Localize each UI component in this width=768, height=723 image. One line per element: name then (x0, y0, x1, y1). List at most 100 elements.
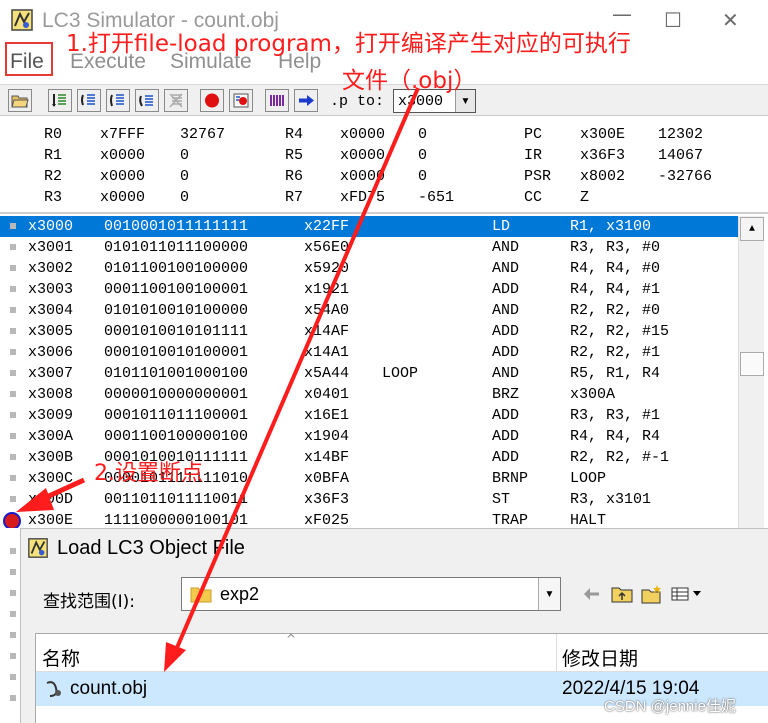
breakpoint-gutter[interactable] (10, 454, 16, 460)
scroll-up-icon[interactable]: ▲ (740, 217, 764, 241)
memory-addr: x3007 (28, 365, 74, 382)
register-name: R3 (44, 189, 63, 206)
memory-bin: 0101011011100000 (104, 239, 249, 256)
step-out-button[interactable] (106, 89, 130, 112)
open-file-button[interactable] (8, 89, 32, 112)
memory-scrollbar[interactable]: ▲ (738, 216, 764, 528)
breakpoint-gutter[interactable] (10, 307, 16, 313)
breakpoint-gutter[interactable] (10, 391, 16, 397)
register-hex: xFD75 (340, 189, 386, 206)
memory-view-button[interactable] (265, 89, 289, 112)
minimize-button[interactable]: — (612, 4, 632, 24)
reset-icon (233, 93, 249, 108)
stop-step-button[interactable] (164, 89, 188, 112)
memory-bin: 0010001011111111 (104, 218, 249, 235)
step-over-button[interactable] (77, 89, 101, 112)
breakpoint-gutter[interactable] (10, 286, 16, 292)
stop-button[interactable] (200, 89, 224, 112)
breakpoint-gutter[interactable] (10, 265, 16, 271)
breakpoint-gutter[interactable] (10, 349, 16, 355)
memory-op: LD (492, 218, 511, 235)
memory-row[interactable]: x3002 0101100100100000 x5920 AND R4, R4, #0 (0, 258, 738, 279)
memory-bin: 0101010010100000 (104, 302, 249, 319)
gutter-dot (10, 548, 16, 554)
memory-row[interactable]: x3000 0010001011111111 x22FF LD R1, x3100 (0, 216, 738, 237)
breakpoint-gutter[interactable] (10, 496, 16, 502)
memory-row[interactable]: x3001 0101011011100000 x56E0 AND R3, R3, #0 (0, 237, 738, 258)
memory-row[interactable]: x3008 0000010000000001 x0401 BRZ x300A (0, 384, 738, 405)
memory-row[interactable]: x3007 0101101001000100 x5A44 LOOP AND R5, R1,… (0, 363, 738, 384)
step-into-button[interactable] (48, 89, 72, 112)
memory-row[interactable]: x3009 0001011011100001 x16E1 ADD R3, R3, #1 (0, 405, 738, 426)
look-in-combobox[interactable]: exp2 ▼ (181, 577, 561, 611)
gutter-dot (10, 611, 16, 617)
register-panel: R0 x7FFF 32767 R4 x0000 0 PC x300E 12302 R1 x0000 0… (0, 118, 768, 214)
memory-row[interactable]: x3003 0001100100100001 x1921 ADD R4, R4, #1 (0, 279, 738, 300)
run-to-icon (139, 95, 153, 107)
register-name: R1 (44, 147, 63, 164)
back-button[interactable] (581, 583, 603, 605)
register-dec: 14067 (658, 147, 704, 164)
maximize-button[interactable]: ☐ (664, 10, 682, 30)
goto-button[interactable] (294, 89, 318, 112)
memory-row[interactable]: x3006 0001010010100001 x14A1 ADD R2, R2, #1 (0, 342, 738, 363)
view-menu-button[interactable] (671, 583, 705, 605)
memory-bin: 0001010010100001 (104, 344, 249, 361)
menu-file[interactable]: File (10, 50, 44, 74)
memory-args: LOOP (570, 470, 607, 487)
register-hex: Z (580, 189, 590, 206)
register-dec: 0 (180, 189, 190, 206)
memory-args: R2, R2, #0 (570, 302, 661, 319)
breakpoint-gutter[interactable] (10, 412, 16, 418)
breakpoint-gutter[interactable] (10, 328, 16, 334)
memory-bin: 0001010010101111 (104, 323, 249, 340)
chevron-down-icon[interactable]: ▼ (538, 578, 560, 610)
pc-jump-label: .p to: (330, 93, 385, 110)
memory-addr: x3002 (28, 260, 74, 277)
breakpoint-gutter[interactable] (10, 475, 16, 481)
memory-bin: 0101101001000100 (104, 365, 249, 382)
memory-row[interactable]: x3005 0001010010101111 x14AF ADD R2, R2, #15 (0, 321, 738, 342)
register-dec: 0 (418, 147, 428, 164)
memory-row[interactable]: x300D 0011011011110011 x36F3 ST R3, x3101 (0, 489, 738, 510)
folder-open-icon (11, 95, 29, 108)
memory-args: R4, R4, R4 (570, 428, 661, 445)
memory-row[interactable]: x3004 0101010010100000 x54A0 AND R2, R2, #0 (0, 300, 738, 321)
memory-hex: x54A0 (304, 302, 350, 319)
memory-args: R4, R4, #1 (570, 281, 661, 298)
memory-addr: x300D (28, 491, 74, 508)
register-hex: x0000 (100, 189, 146, 206)
breakpoint-gutter[interactable] (10, 433, 16, 439)
folder-icon (190, 587, 212, 603)
load-object-dialog: Load LC3 Object File 查找范围(I): exp2 ▼ 名称 … (20, 528, 768, 723)
breakpoint-gutter[interactable] (10, 223, 16, 229)
register-hex: x36F3 (580, 147, 626, 164)
memory-op: ADD (492, 407, 520, 424)
memory-args: R5, R1, R4 (570, 365, 661, 382)
breakpoint-gutter[interactable] (10, 370, 16, 376)
close-button[interactable]: ✕ (722, 10, 739, 30)
up-folder-button[interactable] (611, 583, 633, 605)
run-to-button[interactable] (135, 89, 159, 112)
memory-addr: x300A (28, 428, 74, 445)
register-hex: x0000 (100, 168, 146, 185)
register-dec: -32766 (658, 168, 713, 185)
reset-button[interactable] (229, 89, 253, 112)
column-header-name[interactable]: 名称 (42, 644, 80, 671)
column-separator[interactable] (556, 634, 557, 672)
register-name: R4 (285, 126, 304, 143)
memory-op: AND (492, 365, 520, 382)
memory-row[interactable]: x300A 0001100100000100 x1904 ADD R4, R4, R4 (0, 426, 738, 447)
memory-addr: x3004 (28, 302, 74, 319)
register-name: R5 (285, 147, 304, 164)
memory-op: AND (492, 260, 520, 277)
column-header-date[interactable]: 修改日期 (562, 644, 638, 671)
scroll-thumb[interactable] (740, 352, 764, 376)
register-name: CC (524, 189, 543, 206)
memory-bin: 0000010000000001 (104, 386, 249, 403)
dialog-title: Load LC3 Object File (57, 537, 245, 559)
breakpoint-gutter[interactable] (10, 244, 16, 250)
register-dec: 0 (180, 147, 190, 164)
new-folder-button[interactable] (641, 583, 663, 605)
memory-args: R2, R2, #1 (570, 344, 661, 361)
